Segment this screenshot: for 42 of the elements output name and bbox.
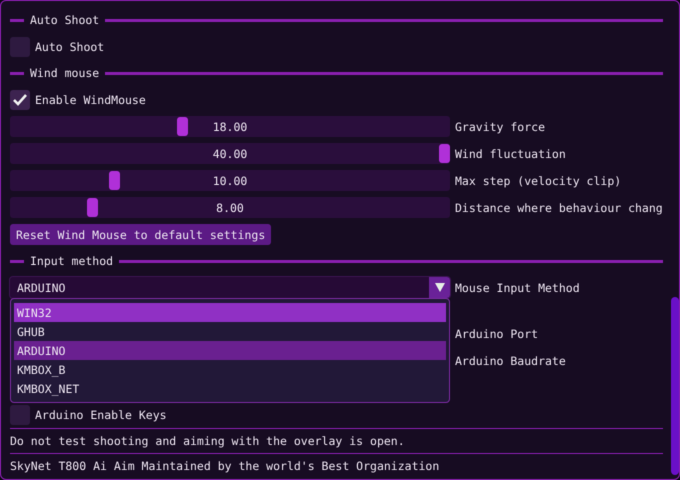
- slider-value: 18.00: [212, 120, 248, 134]
- dropdown-arrow-icon: [434, 283, 444, 292]
- slider-label: Distance where behaviour chang: [455, 200, 663, 214]
- dropdown-option[interactable]: ARDUINO: [14, 341, 446, 360]
- checkmark-icon: [13, 94, 27, 106]
- note-text: SkyNet T800 Ai Aim Maintained by the world's Best Organization: [10, 458, 440, 475]
- slider-thumb[interactable]: [177, 117, 188, 136]
- slider-thumb[interactable]: [108, 171, 120, 190]
- reset-button[interactable]: Reset Wind Mouse to default settings: [10, 224, 272, 245]
- slider-track[interactable]: 18.00: [10, 116, 450, 137]
- dropdown-option[interactable]: KMBOX_NET: [14, 379, 446, 398]
- checkbox[interactable]: [10, 404, 30, 424]
- slider-label: Max step (velocity clip): [455, 174, 622, 188]
- slider-track[interactable]: 8.00: [10, 197, 450, 218]
- slider-value: 40.00: [212, 146, 248, 160]
- section-title: Auto Shoot: [30, 13, 100, 27]
- note-text: Do not test shooting and aiming with the overlay is open.: [10, 433, 406, 450]
- combo-label: Mouse Input Method: [455, 280, 580, 294]
- checkbox-label: Arduino Enable Keys: [35, 408, 167, 422]
- slider-thumb[interactable]: [87, 198, 98, 217]
- combo-label: Arduino Port: [455, 326, 538, 340]
- slider-thumb[interactable]: [439, 144, 450, 163]
- slider-label: Gravity force: [455, 120, 546, 134]
- dropdown-option[interactable]: WIN32: [14, 303, 446, 322]
- checkbox[interactable]: [10, 36, 30, 56]
- slider-value: 8.00: [216, 200, 244, 214]
- dropdown-option[interactable]: KMBOX_B: [14, 360, 446, 379]
- combo-arrow-button[interactable]: [429, 277, 450, 298]
- slider-track[interactable]: 40.00: [10, 143, 450, 164]
- combo-label: Arduino Baudrate: [455, 354, 566, 368]
- scrollbar-thumb[interactable]: [670, 297, 679, 475]
- combo-value: ARDUINO: [17, 280, 66, 294]
- slider-label: Wind fluctuation: [455, 146, 566, 160]
- section-title: Wind mouse: [30, 66, 100, 80]
- combo-box[interactable]: ARDUINO: [10, 277, 450, 298]
- checkbox-label: Enable WindMouse: [35, 92, 146, 106]
- section-title: Input method: [30, 254, 114, 268]
- checkbox[interactable]: [10, 90, 30, 110]
- slider-value: 10.00: [212, 174, 248, 188]
- checkbox-label: Auto Shoot: [35, 40, 104, 54]
- dropdown-option[interactable]: GHUB: [14, 322, 446, 341]
- slider-track[interactable]: 10.00: [10, 170, 450, 191]
